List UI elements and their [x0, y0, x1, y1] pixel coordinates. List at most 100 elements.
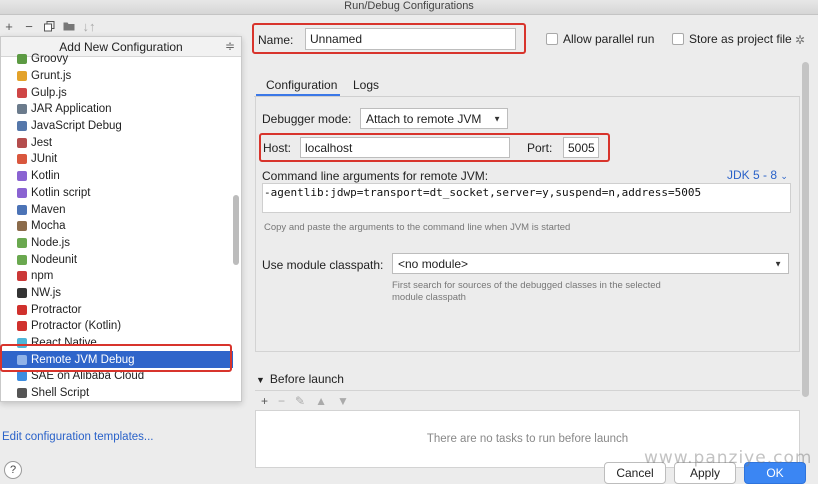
list-item-label: Protractor (Kotlin) — [31, 320, 122, 333]
plus-icon[interactable]: + — [2, 19, 16, 34]
list-item-label: Gulp.js — [31, 86, 67, 99]
list-item-label: Kotlin script — [31, 186, 91, 199]
list-item[interactable]: Protractor — [1, 301, 233, 318]
list-item-label: Groovy — [31, 53, 69, 66]
collapse-triangle-icon: ▼ — [256, 375, 265, 385]
list-item[interactable]: Node.js — [1, 235, 233, 252]
list-item[interactable]: npm — [1, 268, 233, 285]
dropdown-arrow-icon: ▼ — [774, 259, 782, 268]
window-title: Run/Debug Configurations — [0, 0, 818, 15]
list-item[interactable]: Jest — [1, 134, 233, 151]
config-type-icon — [17, 221, 27, 232]
list-item-label: Kotlin — [31, 170, 60, 183]
debugger-mode-label: Debugger mode: — [262, 112, 352, 126]
list-item-label: JUnit — [31, 153, 58, 166]
list-item-label: Mocha — [31, 220, 66, 233]
gear-icon[interactable]: ✲ — [795, 33, 805, 47]
list-item[interactable]: JAR Application — [1, 101, 233, 118]
list-item-label: Maven — [31, 203, 66, 216]
edit-icon[interactable]: ✎ — [295, 394, 305, 408]
config-type-icon — [17, 154, 27, 165]
highlight-host-port — [259, 133, 610, 162]
list-item-label: Grunt.js — [31, 70, 72, 83]
config-type-icon — [17, 287, 27, 298]
cmd-args-field[interactable]: -agentlib:jdwp=transport=dt_socket,serve… — [262, 183, 791, 213]
copy-icon[interactable] — [42, 19, 56, 33]
plus-icon[interactable]: + — [261, 394, 268, 408]
before-launch-empty: There are no tasks to run before launch — [426, 433, 629, 445]
before-launch-toolbar: + − ✎ ▲ ▼ — [255, 390, 800, 410]
before-launch-title: Before launch — [269, 372, 344, 386]
list-item[interactable]: Groovy — [1, 51, 233, 68]
popup-scrollbar[interactable] — [233, 195, 239, 265]
list-item-label: Protractor — [31, 303, 82, 316]
watermark: www.panziye.com — [644, 448, 813, 468]
list-item[interactable]: NW.js — [1, 285, 233, 302]
minus-icon[interactable]: − — [278, 394, 285, 408]
list-item[interactable]: Protractor (Kotlin) — [1, 318, 233, 335]
list-item[interactable]: Kotlin — [1, 168, 233, 185]
cmd-args-hint: Copy and paste the arguments to the comm… — [264, 222, 571, 233]
cmd-args-label: Command line arguments for remote JVM: — [262, 169, 489, 183]
list-item[interactable]: JavaScript Debug — [1, 118, 233, 135]
store-project-label: Store as project file — [689, 32, 792, 46]
list-item[interactable]: Shell Script — [1, 385, 233, 401]
edit-templates-link[interactable]: Edit configuration templates... — [2, 431, 154, 443]
debugger-mode-value: Attach to remote JVM — [366, 111, 482, 126]
minus-icon[interactable]: − — [22, 19, 36, 34]
list-item[interactable]: JUnit — [1, 151, 233, 168]
list-item-label: Nodeunit — [31, 253, 78, 266]
debugger-mode-select[interactable]: Attach to remote JVM ▼ — [360, 108, 508, 129]
config-type-icon — [17, 388, 27, 399]
allow-parallel-checkbox[interactable] — [546, 33, 558, 45]
sort-icon[interactable]: ↓↑ — [82, 19, 96, 34]
config-type-icon — [17, 254, 27, 265]
jdk-version-link[interactable]: JDK 5 - 8 ⌄ — [727, 168, 788, 182]
config-type-icon — [17, 137, 27, 148]
folder-icon[interactable] — [62, 19, 76, 33]
list-item-label: Shell Script — [31, 387, 90, 400]
config-type-icon — [17, 187, 27, 198]
config-type-icon — [17, 237, 27, 248]
help-icon[interactable]: ? — [4, 461, 22, 479]
config-type-icon — [17, 87, 27, 98]
list-item[interactable]: Nodeunit — [1, 251, 233, 268]
module-hint: First search for sources of the debugged… — [392, 280, 661, 304]
config-type-icon — [17, 54, 27, 65]
list-item-label: npm — [31, 270, 54, 283]
move-down-icon[interactable]: ▼ — [337, 394, 349, 408]
list-item[interactable]: Kotlin script — [1, 185, 233, 202]
highlight-name — [252, 23, 526, 54]
main-scrollbar[interactable] — [802, 62, 809, 397]
list-item[interactable]: Grunt.js — [1, 68, 233, 85]
module-hint-line-1: First search for sources of the debugged… — [392, 280, 661, 291]
tab-logs[interactable]: Logs — [353, 78, 379, 92]
list-item[interactable]: Maven — [1, 201, 233, 218]
config-type-icon — [17, 204, 27, 215]
config-type-icon — [17, 171, 27, 182]
config-type-icon — [17, 371, 27, 382]
list-item-label: SAE on Alibaba Cloud — [31, 370, 145, 383]
list-item[interactable]: Mocha — [1, 218, 233, 235]
config-type-icon — [17, 71, 27, 82]
dropdown-arrow-icon: ▼ — [493, 114, 501, 123]
highlight-remote-jvm — [0, 344, 232, 372]
config-type-icon — [17, 321, 27, 332]
module-classpath-label: Use module classpath: — [262, 258, 384, 272]
list-item-label: Jest — [31, 136, 53, 149]
module-hint-line-2: module classpath — [392, 292, 466, 303]
list-item-label: Node.js — [31, 236, 70, 249]
chevron-down-icon: ⌄ — [780, 171, 788, 181]
list-item-label: JAR Application — [31, 103, 112, 116]
tab-configuration[interactable]: Configuration — [266, 78, 337, 95]
before-launch-section[interactable]: ▼ Before launch — [256, 372, 344, 386]
config-type-icon — [17, 104, 27, 115]
config-toolbar: + − ↓↑ — [0, 15, 242, 37]
store-project-checkbox[interactable] — [672, 33, 684, 45]
module-classpath-select[interactable]: <no module> ▼ — [392, 253, 789, 274]
list-item[interactable]: Gulp.js — [1, 84, 233, 101]
config-type-icon — [17, 304, 27, 315]
config-type-icon — [17, 271, 27, 282]
move-up-icon[interactable]: ▲ — [315, 394, 327, 408]
list-item-label: NW.js — [31, 286, 62, 299]
